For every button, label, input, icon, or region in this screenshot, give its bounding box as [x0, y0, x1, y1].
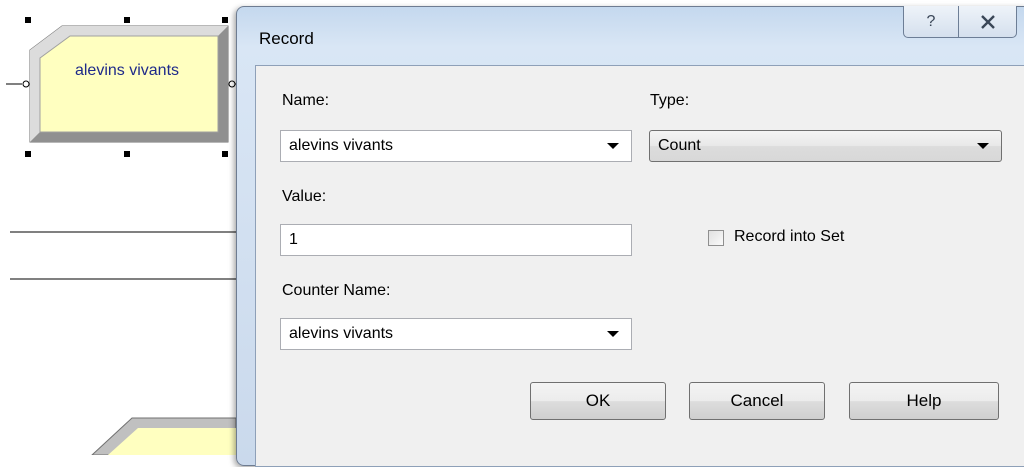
name-combobox[interactable]: alevins vivants: [280, 130, 632, 162]
name-value: alevins vivants: [289, 137, 394, 154]
counter-name-label: Counter Name:: [282, 282, 391, 299]
dialog-title: Record: [259, 29, 314, 48]
selection-handle[interactable]: [124, 151, 130, 157]
question-icon: ?: [926, 12, 936, 30]
selection-handle[interactable]: [124, 17, 130, 23]
counter-name-value: alevins vivants: [289, 325, 394, 342]
bottom-module-shape[interactable]: [91, 417, 237, 455]
record-into-set-label: Record into Set: [734, 228, 845, 245]
cancel-button[interactable]: Cancel: [689, 382, 825, 420]
selection-handle[interactable]: [25, 17, 31, 23]
type-value: Count: [658, 137, 701, 154]
help-button[interactable]: Help: [849, 382, 999, 420]
help-title-button[interactable]: ?: [903, 6, 959, 38]
type-label: Type:: [650, 92, 690, 109]
title-bar-buttons: ?: [903, 6, 1017, 38]
close-title-button[interactable]: [959, 6, 1017, 38]
record-into-set-checkbox[interactable]: [708, 230, 724, 246]
ok-button[interactable]: OK: [530, 382, 666, 420]
value-text: 1: [289, 231, 298, 248]
value-label: Value:: [282, 188, 327, 205]
value-input[interactable]: 1: [280, 224, 632, 256]
chevron-down-icon[interactable]: [977, 143, 989, 149]
close-icon: [980, 14, 995, 29]
record-dialog: Record ? Name: alevins vivants Type: Cou…: [236, 6, 1024, 467]
chevron-down-icon[interactable]: [607, 143, 619, 149]
selection-handle[interactable]: [222, 17, 228, 23]
selection-handle[interactable]: [25, 151, 31, 157]
counter-name-combobox[interactable]: alevins vivants: [280, 318, 632, 350]
name-label: Name:: [282, 92, 330, 109]
module-label: alevins vivants: [74, 62, 180, 79]
selection-handle[interactable]: [222, 151, 228, 157]
type-dropdown[interactable]: Count: [649, 130, 1002, 162]
dialog-body: Name: alevins vivants Type: Count Value:…: [255, 65, 1024, 467]
chevron-down-icon[interactable]: [607, 331, 619, 337]
